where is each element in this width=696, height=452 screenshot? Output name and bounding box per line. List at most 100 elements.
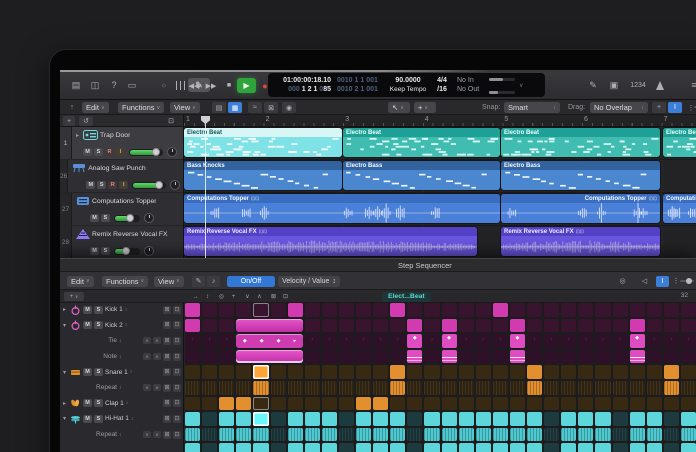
step-cell[interactable] <box>561 350 576 364</box>
step-cell[interactable] <box>459 381 474 395</box>
step-cell[interactable] <box>595 381 610 395</box>
volume-slider[interactable] <box>114 215 140 222</box>
step-cell[interactable] <box>595 319 610 333</box>
step-cell[interactable] <box>544 381 559 395</box>
step-cell[interactable] <box>442 365 457 379</box>
seq-zoom-slider[interactable] <box>680 280 694 282</box>
functions-menu[interactable]: Functions∨ <box>118 102 164 113</box>
sequencer-row-header[interactable]: ▸MSClap 1↕⊠⊡ <box>60 397 183 411</box>
step-cell[interactable] <box>613 319 628 333</box>
step-cell[interactable] <box>664 303 679 317</box>
step-cell[interactable] <box>185 397 200 411</box>
row-disclosure-icon[interactable]: ▾ <box>63 369 68 376</box>
rotate-left-icon[interactable]: ◎ <box>216 292 227 301</box>
sequencer-row-header[interactable]: Repeat↕∨∧⊠⊡ <box>60 428 183 442</box>
display-mode-icon[interactable]: ▣ <box>606 78 622 92</box>
subrow-selector-icon[interactable]: ↕ <box>119 354 122 360</box>
step-cell[interactable] <box>185 365 200 379</box>
step-cell[interactable] <box>510 443 525 452</box>
decrement-button[interactable]: ∨ <box>143 353 151 360</box>
add-row-button[interactable]: + ∨ <box>64 292 84 301</box>
target-icon[interactable]: ◎ <box>616 276 629 287</box>
step-cell[interactable] <box>390 412 405 426</box>
step-cell[interactable] <box>356 443 371 452</box>
step-cell[interactable] <box>322 381 337 395</box>
step-cell[interactable] <box>459 334 474 348</box>
step-cell[interactable] <box>493 381 508 395</box>
track-name[interactable]: Analog Saw Punch <box>88 165 145 172</box>
lcd-options-chevron[interactable]: ∨ <box>519 82 523 89</box>
sequencer-row-header[interactable]: Tie↕∨∧⊠⊡ <box>60 334 183 348</box>
row-option-icon[interactable]: ⊡ <box>173 321 181 329</box>
step-cell[interactable] <box>356 319 371 333</box>
step-cell[interactable] <box>271 428 286 442</box>
step-cell[interactable] <box>288 412 303 426</box>
step-cell[interactable] <box>510 428 525 442</box>
step-cell[interactable] <box>424 350 439 364</box>
step-cell[interactable] <box>681 443 696 452</box>
step-cell[interactable] <box>527 365 542 379</box>
step-cell[interactable] <box>647 365 662 379</box>
increment-button[interactable]: ∧ <box>153 384 161 391</box>
step-cell[interactable] <box>630 319 645 333</box>
step-cell[interactable] <box>202 365 217 379</box>
step-cell[interactable] <box>424 412 439 426</box>
step-cell[interactable] <box>356 334 371 348</box>
step-cell[interactable] <box>407 397 422 411</box>
step-cell[interactable] <box>305 303 320 317</box>
view-toggle-1-icon[interactable]: ▤ <box>212 102 226 113</box>
step-cell[interactable] <box>407 334 422 348</box>
metronome-button[interactable] <box>652 78 668 92</box>
octave-up-icon[interactable]: ∧ <box>254 292 265 301</box>
step-cell[interactable] <box>544 334 559 348</box>
step-cell[interactable] <box>288 443 303 452</box>
step-cell[interactable] <box>493 412 508 426</box>
list-editors-icon[interactable]: ≡ <box>686 78 696 92</box>
step-cell[interactable] <box>510 303 525 317</box>
step-cell[interactable] <box>339 397 354 411</box>
step-cell[interactable] <box>476 412 491 426</box>
step-cell[interactable] <box>271 303 286 317</box>
step-cell[interactable] <box>236 303 251 317</box>
step-cell[interactable] <box>613 303 628 317</box>
step-cell[interactable] <box>219 319 234 333</box>
region-audio[interactable]: Computations T <box>663 194 696 223</box>
step-cell[interactable] <box>407 319 422 333</box>
step-cell[interactable] <box>185 381 200 395</box>
step-cell[interactable] <box>527 428 542 442</box>
edit-menu[interactable]: Edit∨ <box>82 102 109 113</box>
step-cell[interactable] <box>202 443 217 452</box>
step-cell[interactable] <box>219 443 234 452</box>
region-bass[interactable]: Electro Bass <box>501 161 660 190</box>
step-cell[interactable] <box>305 365 320 379</box>
step-cell[interactable] <box>271 397 286 411</box>
step-cell[interactable] <box>459 397 474 411</box>
row-clear-icon[interactable]: ⊠ <box>163 384 171 392</box>
region-midi[interactable]: Electro Beat <box>501 128 660 157</box>
step-cell[interactable] <box>373 350 388 364</box>
track-header[interactable]: 26Analog Saw PunchMSRI <box>60 160 183 193</box>
step-cell[interactable] <box>373 397 388 411</box>
step-cell[interactable] <box>253 365 268 379</box>
step-cell[interactable] <box>681 334 696 348</box>
step-cell[interactable] <box>442 428 457 442</box>
step-cell[interactable] <box>544 428 559 442</box>
step-cell[interactable] <box>185 319 200 333</box>
step-cell[interactable] <box>493 350 508 364</box>
row-clear-icon[interactable]: ⊠ <box>163 321 171 329</box>
sequencer-row-header[interactable]: ▾MSSnare 1↕⊠⊡ <box>60 365 183 379</box>
view-toggle-4-icon[interactable]: ⊠ <box>264 102 278 113</box>
step-cell[interactable] <box>407 381 422 395</box>
step-cell[interactable] <box>630 428 645 442</box>
subrow-selector-icon[interactable]: ↕ <box>119 385 122 391</box>
step-cell[interactable] <box>561 397 576 411</box>
step-cell[interactable] <box>664 397 679 411</box>
step-cell[interactable] <box>664 365 679 379</box>
step-cell[interactable] <box>236 397 251 411</box>
step-cell[interactable] <box>561 334 576 348</box>
sequencer-row-header[interactable]: ▾MSKick 2↕⊠⊡ <box>60 319 183 333</box>
snap-dropdown[interactable]: Smart↕ <box>504 102 560 113</box>
step-bar[interactable] <box>236 350 302 364</box>
step-cell[interactable] <box>442 334 457 348</box>
region-midi[interactable]: Electro Beat <box>663 128 696 157</box>
